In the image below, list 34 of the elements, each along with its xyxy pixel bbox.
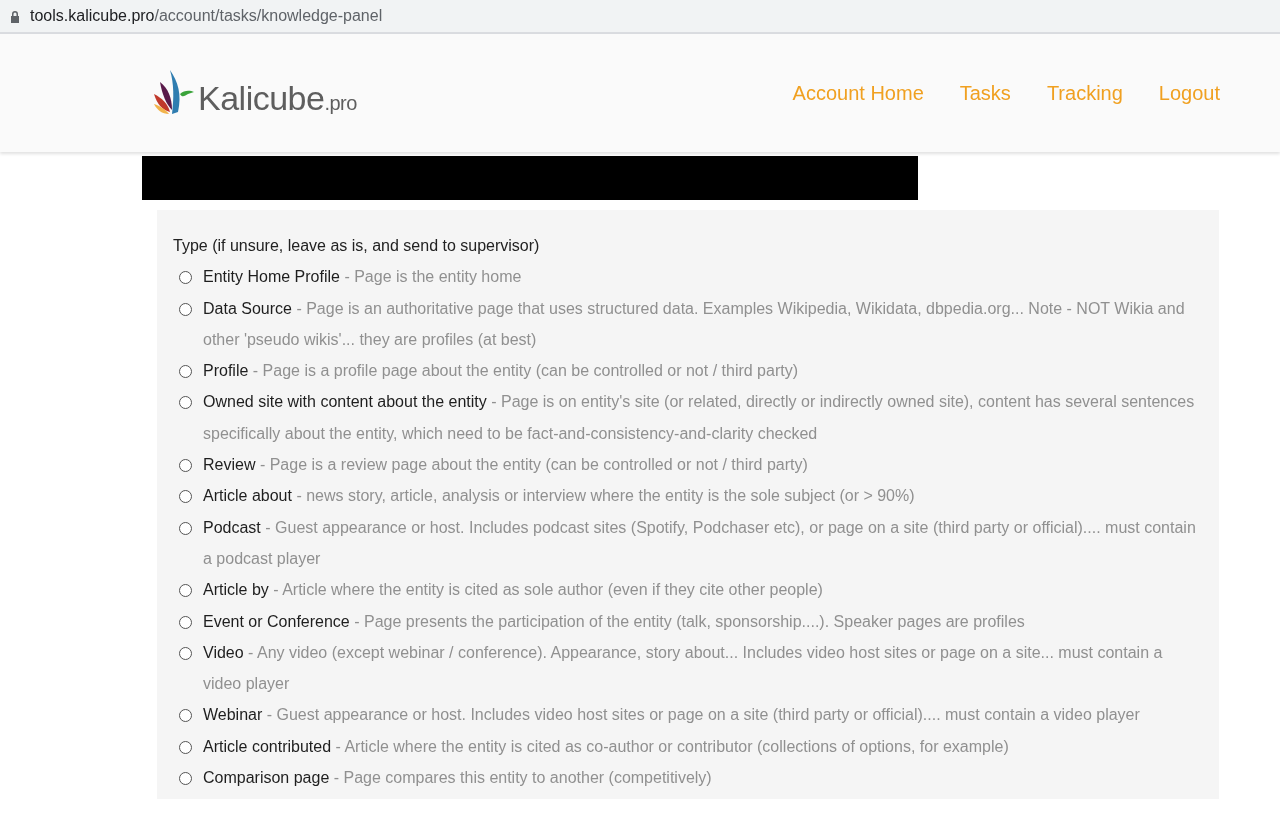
nav-link[interactable]: Account Home xyxy=(792,81,924,105)
radio-button[interactable] xyxy=(179,365,192,379)
radio-button[interactable] xyxy=(179,772,192,786)
question-label: Type (if unsure, leave as is, and send to supervisor) xyxy=(173,236,541,256)
radio-button[interactable] xyxy=(179,271,192,285)
radio-button[interactable] xyxy=(179,740,192,754)
option-text: Profile - Page is a profile page about the entity (can be controlled or not / third party) xyxy=(203,361,799,382)
radio-button[interactable] xyxy=(179,459,192,473)
nav-link[interactable]: Tracking xyxy=(1046,81,1123,105)
radio-button[interactable] xyxy=(179,709,192,723)
option-text: Webinar - Guest appearance or host. Includes video host sites or page on a site (third party or official).... must contain a video player xyxy=(203,705,1141,726)
option-text: Comparison page - Page compares this entity to another (competitively) xyxy=(203,768,713,789)
lock-icon xyxy=(10,9,20,23)
nav-link[interactable]: Logout xyxy=(1158,81,1220,105)
logo-wordmark[interactable]: Kalicube.pro xyxy=(198,79,357,118)
option-text: Article about - news story, article, analysis or interview where the entity is the sole subject (or > 90%) xyxy=(203,486,916,507)
radio-button[interactable] xyxy=(179,490,192,504)
option-text: Podcast - Guest appearance or host. Includes podcast sites (Spotify, Podchaser etc), or page on a site (third party or official).... must contain a podcast player xyxy=(203,517,1197,569)
option-text: Entity Home Profile - Page is the entity home xyxy=(203,267,523,288)
radio-button[interactable] xyxy=(179,302,192,316)
option-text: Data Source - Page is an authoritative page that uses structured data. Examples Wikipedia, Wikidata, dbpedia.org... Note - NOT Wikia and other 'pseudo wikis'... they are profiles (at best) xyxy=(203,298,1186,350)
radio-button[interactable] xyxy=(179,615,192,629)
radio-button[interactable] xyxy=(179,646,192,660)
option-text: Owned site with content about the entity - Page is on entity's site (or related, directly or indirectly owned site), content has several sentences specifically about the entity, which need to be fact-and-consistency-and-clarity checked xyxy=(203,392,1196,444)
address-url[interactable]: tools.kalicube.pro/account/tasks/knowledge-panel xyxy=(30,7,383,25)
option-text: Article contributed - Article where the entity is cited as co-author or contributor (collections of options, for example) xyxy=(203,736,1010,757)
option-text: Video - Any video (except webinar / conference). Appearance, story about... Includes video host sites or page on a site... must contain a video player xyxy=(203,642,1164,695)
radio-button[interactable] xyxy=(179,521,192,535)
option-text: Event or Conference - Page presents the participation of the entity (talk, sponsorship....). Speaker pages are profiles xyxy=(203,611,1026,632)
option-text: Article by - Article where the entity is cited as sole author (even if they cite other people) xyxy=(203,580,824,601)
option-text: Review - Page is a review page about the entity (can be controlled or not / third party) xyxy=(203,455,809,476)
nav-link[interactable]: Tasks xyxy=(959,81,1011,105)
radio-button[interactable] xyxy=(179,396,192,410)
radio-button[interactable] xyxy=(179,584,192,598)
